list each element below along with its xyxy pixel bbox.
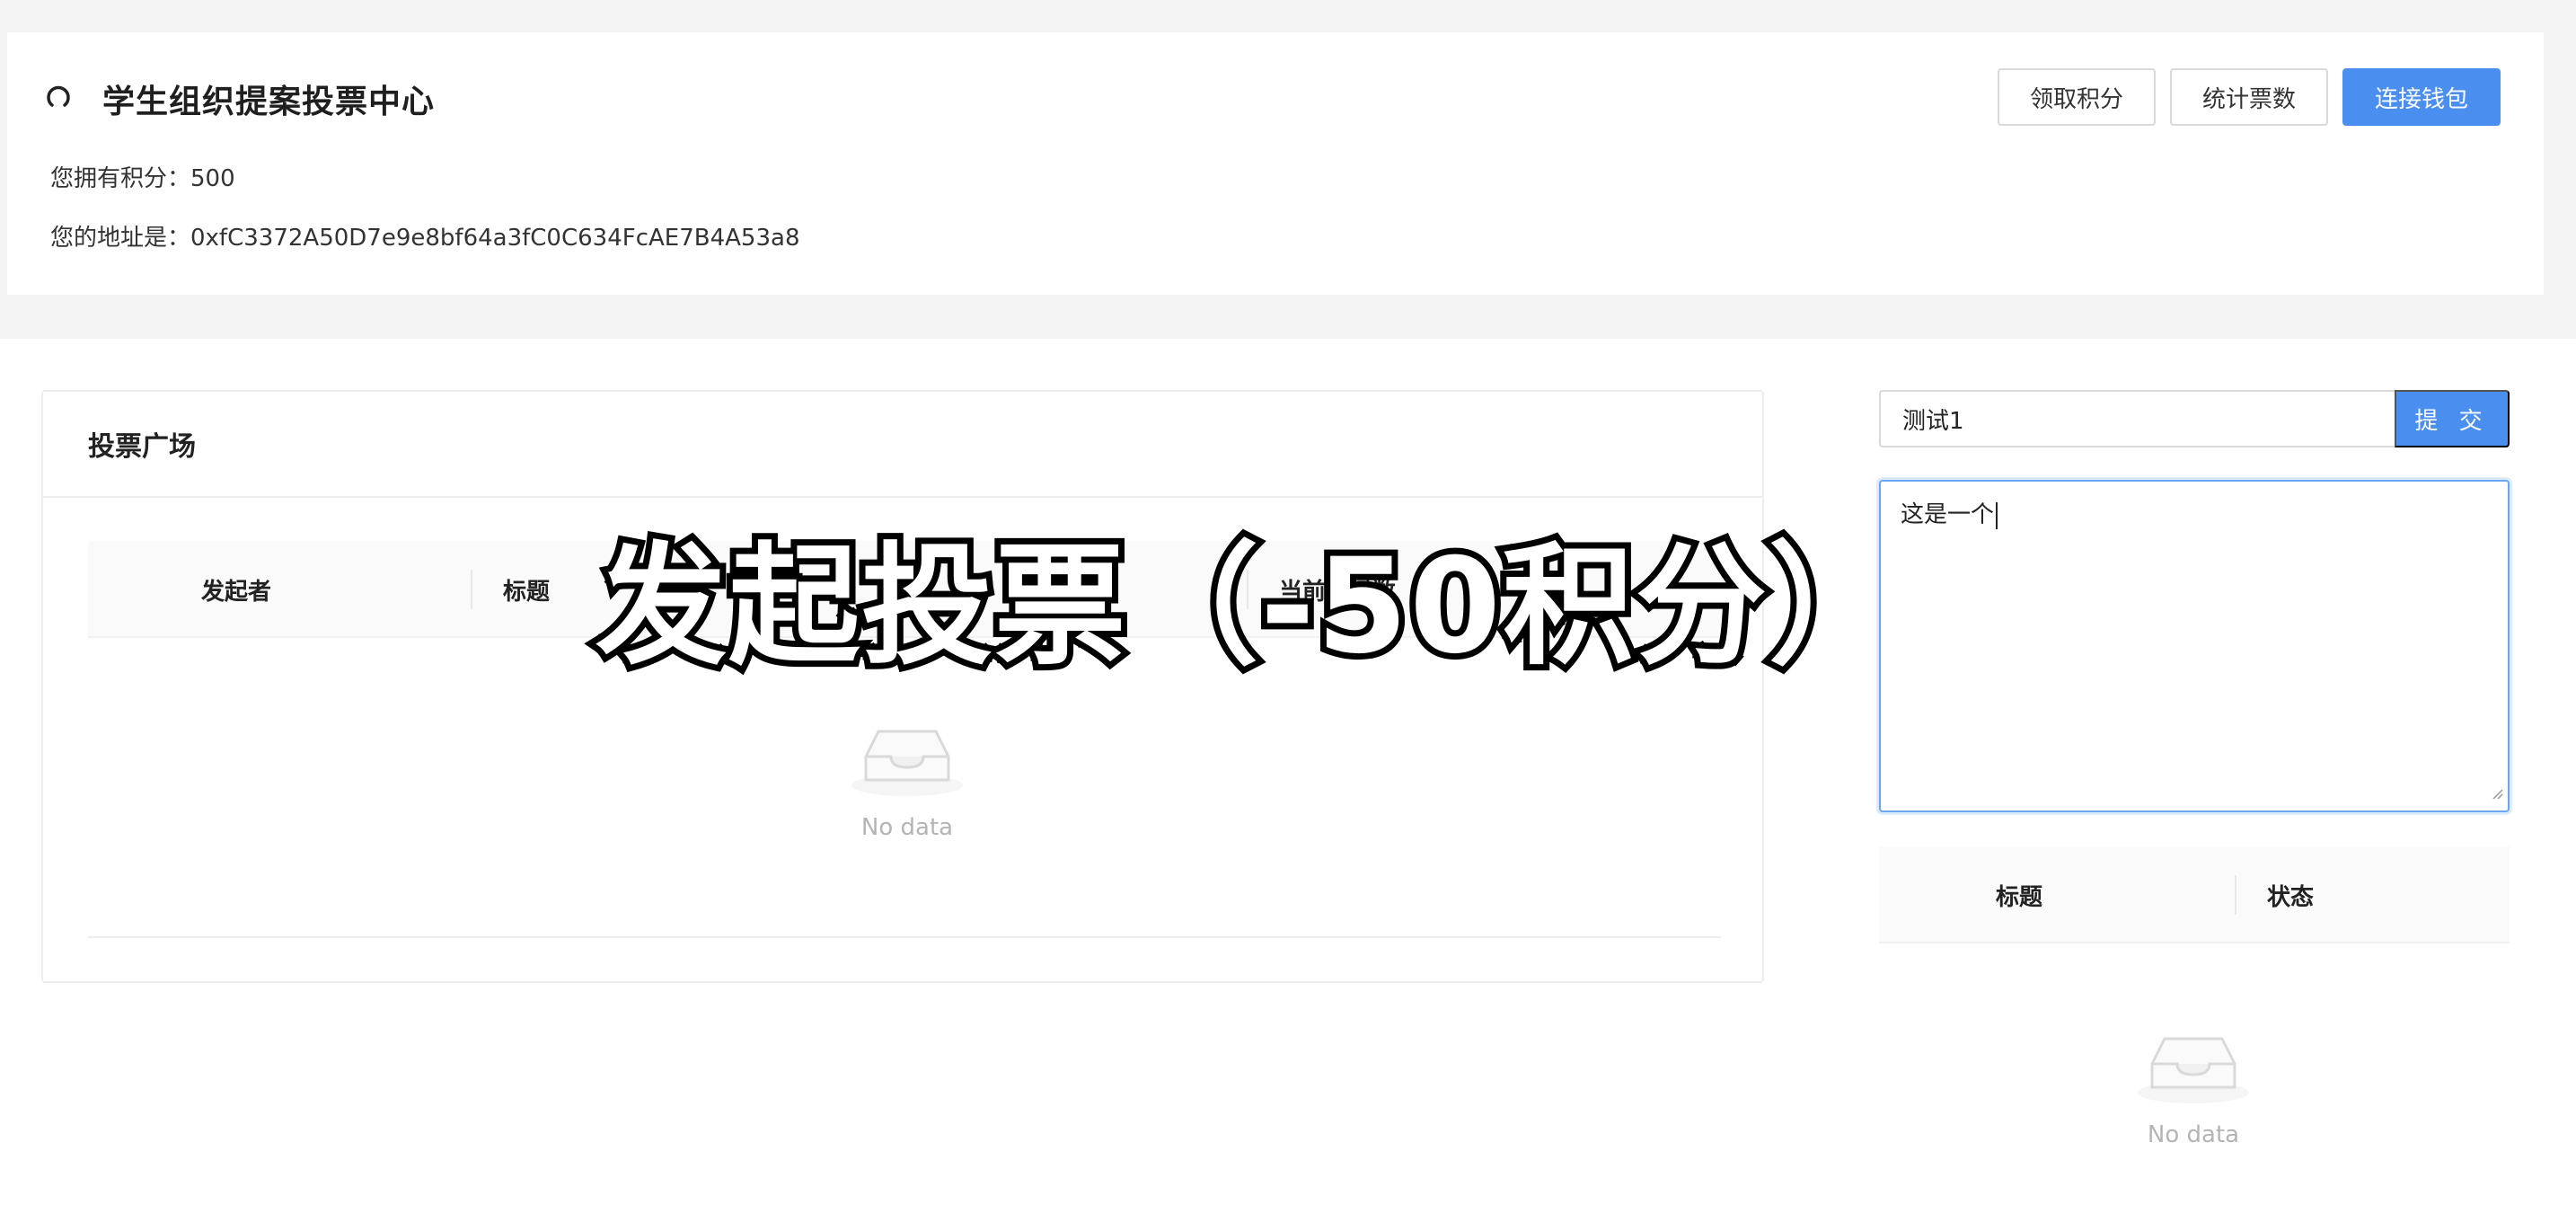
my-proposals-empty-state: No data	[2136, 1028, 2251, 1148]
column-title: 标题	[503, 578, 551, 606]
loading-spinner-icon	[45, 84, 75, 114]
column-initiator: 发起者	[201, 578, 272, 606]
empty-text: No data	[860, 814, 954, 841]
column-status: 状态	[2267, 883, 2315, 911]
empty-inbox-icon	[850, 721, 965, 801]
wallet-address: 您的地址是：0xfC3372A50D7e9e8bf64a3fC0C634FcAE…	[50, 225, 800, 252]
proposals-empty-state: No data	[850, 721, 965, 841]
column-divider	[2235, 875, 2236, 915]
my-proposals-table-header: 标题 状态	[1879, 846, 2510, 943]
header-card	[7, 32, 2544, 295]
text-caret	[1996, 501, 1998, 529]
column-divider	[471, 570, 472, 609]
empty-inbox-icon	[2136, 1028, 2251, 1109]
resize-handle-icon[interactable]	[2490, 780, 2504, 807]
overlay-caption: 发起投票（-50积分）	[589, 524, 1906, 689]
submit-proposal-button[interactable]: 提 交	[2395, 390, 2510, 447]
claim-points-button[interactable]: 领取积分	[1998, 68, 2156, 126]
proposal-title-input[interactable]: 测试1	[1879, 390, 2396, 447]
empty-text: No data	[2147, 1121, 2240, 1148]
app-title-row: 学生组织提案投票中心	[45, 75, 435, 122]
app-title: 学生组织提案投票中心	[102, 84, 436, 120]
column-title: 标题	[1996, 883, 2043, 911]
proposal-description-textarea[interactable]: 这是一个	[1879, 480, 2510, 812]
table-bottom-divider	[88, 936, 1721, 938]
voting-square-title: 投票广场	[43, 392, 1762, 498]
connect-wallet-button[interactable]: 连接钱包	[2342, 68, 2501, 126]
points-balance: 您拥有积分：500	[50, 165, 235, 192]
count-votes-button[interactable]: 统计票数	[2170, 68, 2328, 126]
